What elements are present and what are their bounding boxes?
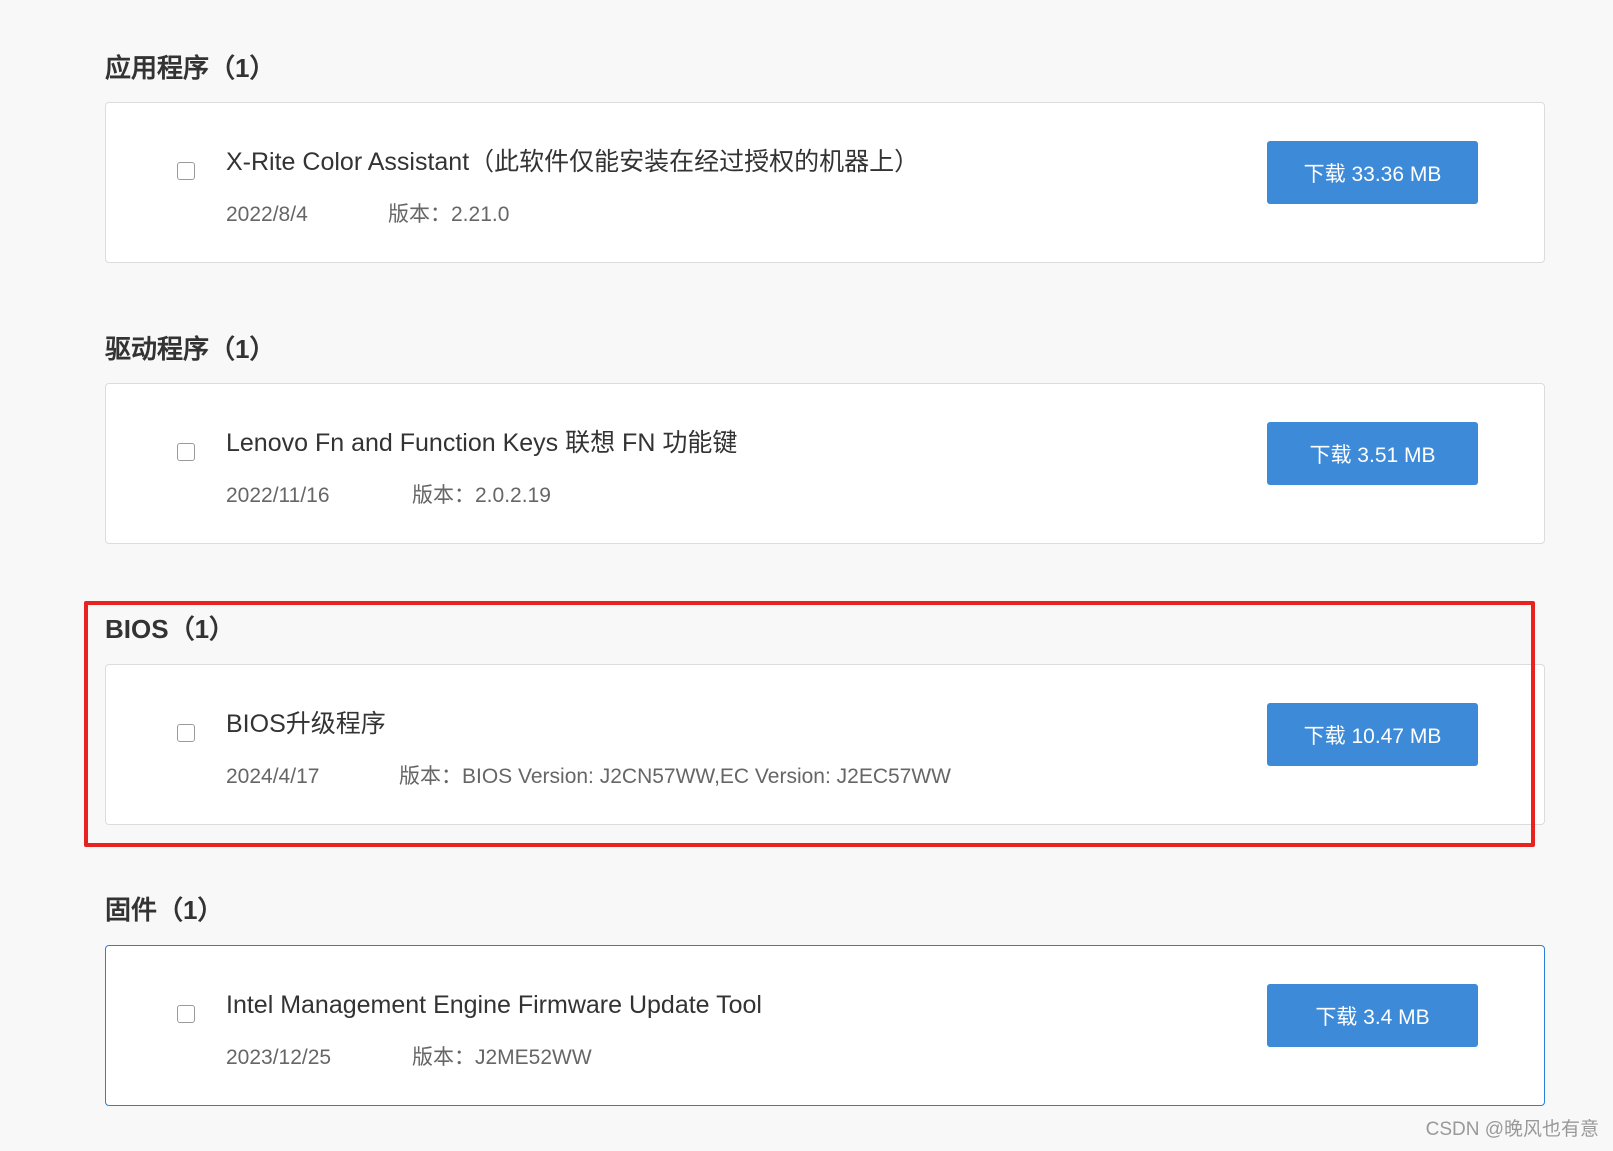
download-card-xrite: X-Rite Color Assistant（此软件仅能安装在经过授权的机器上）…	[105, 102, 1545, 263]
download-card-intel-me: Intel Management Engine Firmware Update …	[105, 945, 1545, 1106]
download-button[interactable]: 下载 3.51 MB	[1267, 422, 1478, 485]
section-title-bios: BIOS（1）	[105, 614, 236, 644]
section-title-applications: 应用程序（1）	[105, 53, 276, 83]
item-meta: 2024/4/17 版本：BIOS Version: J2CN57WW,EC Ve…	[226, 764, 951, 789]
item-meta: 2023/12/25 版本：J2ME52WW	[226, 1045, 592, 1070]
item-name: Intel Management Engine Firmware Update …	[226, 991, 762, 1019]
item-date: 2022/8/4	[226, 203, 308, 226]
item-date: 2022/11/16	[226, 484, 330, 507]
download-button[interactable]: 下载 3.4 MB	[1267, 984, 1478, 1047]
item-date: 2023/12/25	[226, 1046, 332, 1069]
section-title-drivers: 驱动程序（1）	[105, 334, 276, 364]
item-meta: 2022/11/16 版本：2.0.2.19	[226, 483, 551, 508]
download-page: 应用程序（1） X-Rite Color Assistant（此软件仅能安装在经…	[0, 0, 1613, 1151]
item-meta: 2022/8/4 版本：2.21.0	[226, 202, 509, 227]
download-button[interactable]: 下载 33.36 MB	[1267, 141, 1478, 204]
item-name: Lenovo Fn and Function Keys 联想 FN 功能键	[226, 429, 738, 457]
item-name: X-Rite Color Assistant（此软件仅能安装在经过授权的机器上）	[226, 148, 920, 176]
select-checkbox[interactable]	[177, 443, 195, 461]
download-card-bios: BIOS升级程序 2024/4/17 版本：BIOS Version: J2CN5…	[105, 664, 1545, 825]
select-checkbox[interactable]	[177, 724, 195, 742]
item-date: 2024/4/17	[226, 765, 320, 788]
item-version: 版本：2.21.0	[388, 203, 510, 226]
select-checkbox[interactable]	[177, 162, 195, 180]
item-version: 版本：BIOS Version: J2CN57WW,EC Version: J2…	[399, 765, 951, 788]
item-version: 版本：J2ME52WW	[412, 1046, 592, 1069]
section-title-firmware: 固件（1）	[105, 895, 224, 925]
item-name: BIOS升级程序	[226, 710, 386, 738]
watermark: CSDN @晚风也有意	[1425, 1119, 1599, 1140]
download-card-fn-keys: Lenovo Fn and Function Keys 联想 FN 功能键 20…	[105, 383, 1545, 544]
item-version: 版本：2.0.2.19	[412, 484, 551, 507]
download-button[interactable]: 下载 10.47 MB	[1267, 703, 1478, 766]
select-checkbox[interactable]	[177, 1005, 195, 1023]
